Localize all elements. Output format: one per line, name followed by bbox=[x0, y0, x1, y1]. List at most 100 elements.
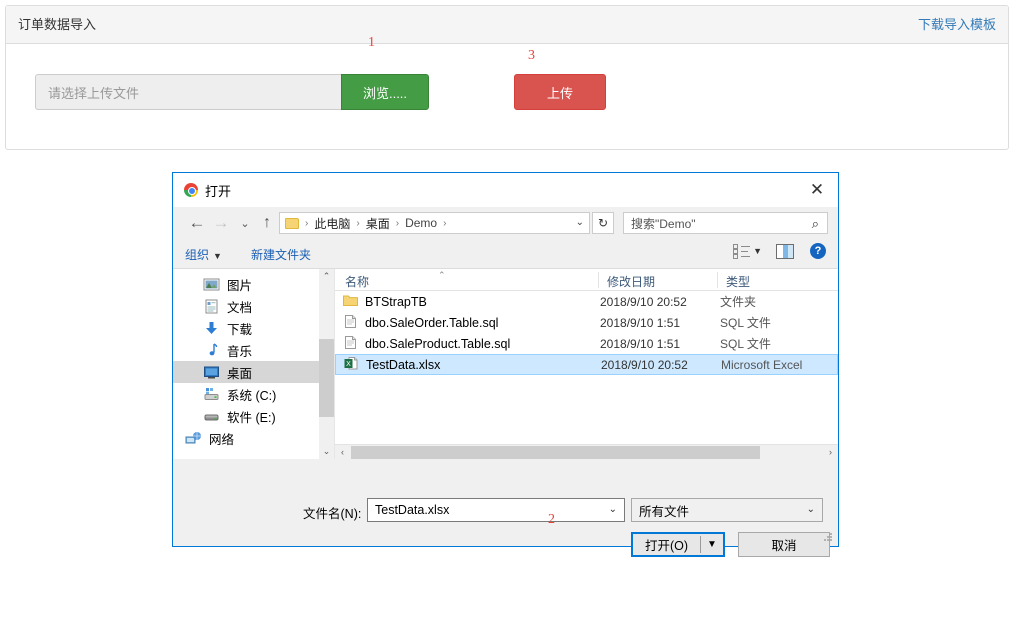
table-row[interactable]: dbo.SaleOrder.Table.sql 2018/9/10 1:51 S… bbox=[335, 312, 838, 333]
table-row[interactable]: dbo.SaleProduct.Table.sql 2018/9/10 1:51… bbox=[335, 333, 838, 354]
forward-icon[interactable]: → bbox=[209, 211, 233, 235]
chevron-down-icon[interactable]: ▼ bbox=[753, 246, 762, 256]
column-header-name[interactable]: 名称 bbox=[345, 273, 369, 290]
open-button[interactable]: 打开(O) ▼ bbox=[631, 532, 725, 557]
documents-icon bbox=[203, 299, 220, 314]
folder-icon bbox=[343, 294, 358, 309]
chevron-down-icon[interactable]: ⌄ bbox=[576, 217, 584, 228]
up-icon[interactable]: ↑ bbox=[255, 211, 279, 235]
address-bar[interactable]: › 此电脑 › 桌面 › Demo › ⌄ bbox=[279, 212, 590, 234]
scroll-right-icon[interactable]: › bbox=[823, 445, 838, 460]
annotation-1: 1 bbox=[368, 35, 375, 50]
organize-button[interactable]: 组织 ▼ bbox=[185, 246, 222, 263]
upload-button[interactable]: 上传 bbox=[514, 74, 606, 110]
pictures-icon bbox=[203, 277, 220, 292]
breadcrumb-separator: › bbox=[356, 217, 360, 229]
breadcrumb-separator: › bbox=[443, 217, 447, 229]
new-folder-button[interactable]: 新建文件夹 bbox=[251, 246, 311, 263]
music-icon bbox=[203, 342, 220, 358]
cancel-button[interactable]: 取消 bbox=[738, 532, 830, 557]
sidebar-item-label: 下载 bbox=[227, 322, 253, 337]
breadcrumb-demo[interactable]: Demo bbox=[405, 216, 437, 230]
file-list-header: 名称 ⌃ 修改日期 类型 bbox=[335, 269, 838, 291]
sysdrive-icon bbox=[203, 387, 220, 402]
search-input[interactable]: 搜索"Demo" ⌕ bbox=[623, 212, 828, 234]
sidebar-item-label: 网络 bbox=[209, 432, 235, 447]
table-row[interactable]: X TestData.xlsx 2018/9/10 20:52 Microsof… bbox=[335, 354, 838, 375]
chevron-down-icon: ▼ bbox=[213, 251, 222, 261]
scrollbar-thumb[interactable] bbox=[319, 339, 334, 417]
file-date: 2018/9/10 20:52 bbox=[600, 294, 687, 309]
preview-pane-icon[interactable] bbox=[776, 243, 794, 259]
chrome-icon bbox=[184, 183, 198, 197]
sidebar-item-drive-e[interactable]: 软件 (E:) bbox=[173, 405, 334, 427]
recent-locations-icon[interactable]: ⌄ bbox=[233, 211, 257, 235]
file-path-input[interactable]: 请选择上传文件 bbox=[35, 74, 341, 110]
file-type: SQL 文件 bbox=[720, 316, 771, 330]
annotation-2: 2 bbox=[548, 512, 555, 527]
filename-input[interactable]: TestData.xlsx ⌄ bbox=[367, 498, 625, 522]
chevron-down-icon[interactable]: ⌄ bbox=[807, 504, 815, 515]
file-list: 名称 ⌃ 修改日期 类型 BTStrapTB 2018/9/10 20:52 文… bbox=[335, 269, 838, 459]
open-file-dialog: 打开 ✕ ← → ⌄ ↑ › 此电脑 › 桌面 › Demo › ⌄ ↻ 搜索"… bbox=[172, 172, 839, 557]
annotation-3: 3 bbox=[528, 48, 535, 63]
download-template-link[interactable]: 下载导入模板 bbox=[918, 17, 996, 33]
filetype-select[interactable]: 所有文件 ⌄ bbox=[631, 498, 823, 522]
breadcrumb-this-pc[interactable]: 此电脑 bbox=[314, 215, 350, 232]
file-name: BTStrapTB bbox=[365, 294, 427, 309]
sidebar-item-system-drive-c[interactable]: 系统 (C:) bbox=[173, 383, 334, 405]
scroll-up-icon[interactable]: ⌃ bbox=[319, 269, 334, 284]
view-options-icon[interactable] bbox=[733, 243, 751, 259]
search-icon: ⌕ bbox=[811, 216, 819, 231]
file-name: TestData.xlsx bbox=[366, 357, 441, 372]
horizontal-scrollbar[interactable]: ‹ › bbox=[335, 444, 838, 459]
sort-ascending-icon: ⌃ bbox=[438, 270, 446, 280]
scrollbar-thumb[interactable] bbox=[351, 445, 760, 459]
browse-button[interactable]: 浏览..... bbox=[341, 74, 429, 110]
close-icon[interactable]: ✕ bbox=[802, 177, 832, 203]
table-row[interactable]: BTStrapTB 2018/9/10 20:52 文件夹 bbox=[335, 291, 838, 312]
breadcrumb-separator: › bbox=[305, 217, 309, 229]
navigation-sidebar: 图片 文档 下载 音乐 桌面 系统 (C:) 软件 (E:) 网络 ⌃ ⌄ bbox=[173, 269, 335, 459]
column-header-date[interactable]: 修改日期 bbox=[607, 273, 655, 290]
file-date: 2018/9/10 1:51 bbox=[600, 336, 681, 351]
toolbar-right-group: ▼ ? bbox=[733, 243, 838, 259]
downloads-icon bbox=[203, 321, 220, 336]
sidebar-item-label: 桌面 bbox=[227, 366, 253, 381]
svg-text:X: X bbox=[346, 361, 351, 368]
sidebar-item-network[interactable]: 网络 bbox=[173, 427, 334, 449]
organize-label: 组织 bbox=[185, 248, 210, 262]
file-icon bbox=[343, 336, 358, 351]
refresh-icon[interactable]: ↻ bbox=[592, 212, 614, 234]
scroll-left-icon[interactable]: ‹ bbox=[335, 445, 350, 460]
sidebar-scrollbar[interactable]: ⌃ ⌄ bbox=[319, 269, 334, 459]
sidebar-item-desktop[interactable]: 桌面 bbox=[173, 361, 334, 383]
sidebar-item-music[interactable]: 音乐 bbox=[173, 339, 334, 361]
dialog-titlebar: 打开 ✕ bbox=[173, 173, 838, 207]
file-type: Microsoft Excel bbox=[721, 357, 803, 372]
sidebar-item-documents[interactable]: 文档 bbox=[173, 295, 334, 317]
sidebar-item-label: 图片 bbox=[227, 278, 253, 293]
scroll-down-icon[interactable]: ⌄ bbox=[319, 444, 334, 459]
back-icon[interactable]: ← bbox=[185, 211, 209, 235]
column-header-type[interactable]: 类型 bbox=[726, 273, 750, 290]
sidebar-item-label: 软件 (E:) bbox=[227, 410, 276, 425]
sidebar-item-label: 音乐 bbox=[227, 344, 253, 359]
chevron-down-icon[interactable]: ▼ bbox=[701, 539, 723, 550]
sidebar-item-pictures[interactable]: 图片 bbox=[173, 273, 334, 295]
help-icon[interactable]: ? bbox=[810, 243, 826, 259]
resize-grip[interactable] bbox=[824, 533, 834, 543]
page-title: 订单数据导入 bbox=[18, 17, 97, 32]
breadcrumb-desktop[interactable]: 桌面 bbox=[366, 215, 390, 232]
drive-icon bbox=[203, 409, 220, 424]
sidebar-tree: 图片 文档 下载 音乐 桌面 系统 (C:) 软件 (E:) 网络 bbox=[173, 269, 334, 449]
filename-label: 文件名(N): bbox=[303, 507, 362, 521]
file-name: dbo.SaleOrder.Table.sql bbox=[365, 315, 499, 330]
chevron-down-icon[interactable]: ⌄ bbox=[609, 504, 617, 515]
sidebar-item-downloads[interactable]: 下载 bbox=[173, 317, 334, 339]
panel-header: 订单数据导入 下载导入模板 bbox=[6, 6, 1008, 44]
search-placeholder: 搜索"Demo" bbox=[631, 216, 696, 231]
folder-icon bbox=[285, 217, 299, 229]
file-date: 2018/9/10 1:51 bbox=[600, 315, 681, 330]
dialog-navbar: ← → ⌄ ↑ › 此电脑 › 桌面 › Demo › ⌄ ↻ 搜索"Demo"… bbox=[173, 207, 838, 239]
